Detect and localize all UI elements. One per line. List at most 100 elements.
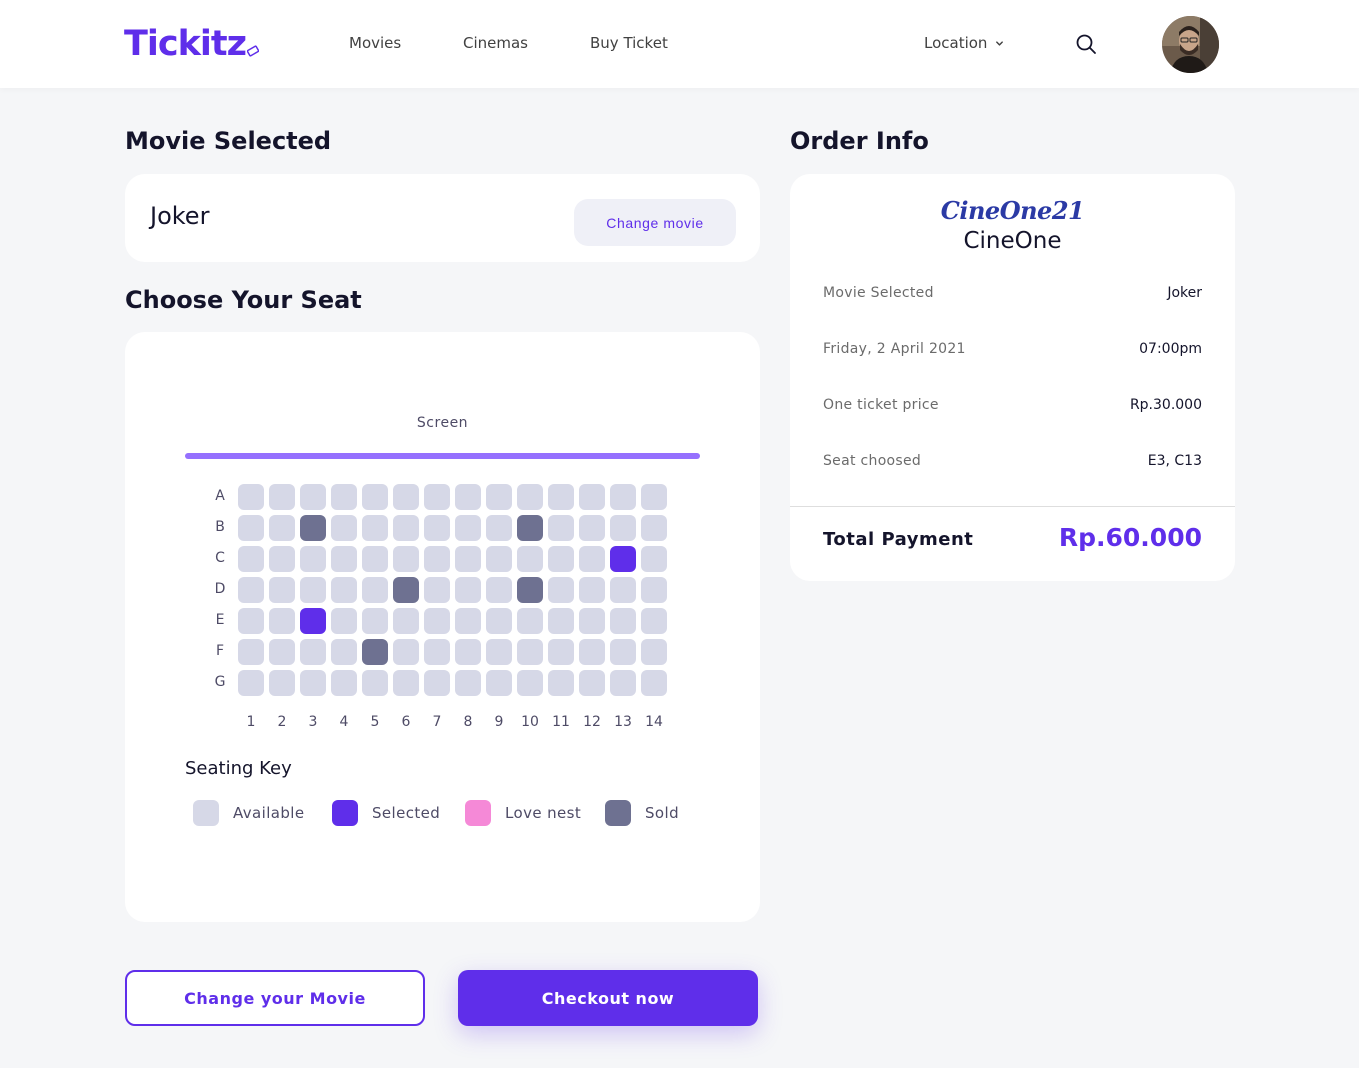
seat-e1[interactable] (238, 608, 264, 634)
seat-b2[interactable] (269, 515, 295, 541)
seat-d11[interactable] (548, 577, 574, 603)
seat-a2[interactable] (269, 484, 295, 510)
seat-e9[interactable] (486, 608, 512, 634)
seat-a12[interactable] (579, 484, 605, 510)
seat-f13[interactable] (610, 639, 636, 665)
seat-g6[interactable] (393, 670, 419, 696)
seat-b7[interactable] (424, 515, 450, 541)
seat-c11[interactable] (548, 546, 574, 572)
seat-b9[interactable] (486, 515, 512, 541)
seat-c9[interactable] (486, 546, 512, 572)
seat-e10[interactable] (517, 608, 543, 634)
seat-c14[interactable] (641, 546, 667, 572)
seat-c7[interactable] (424, 546, 450, 572)
seat-e14[interactable] (641, 608, 667, 634)
seat-d13[interactable] (610, 577, 636, 603)
seat-b1[interactable] (238, 515, 264, 541)
seat-c12[interactable] (579, 546, 605, 572)
seat-g12[interactable] (579, 670, 605, 696)
seat-f8[interactable] (455, 639, 481, 665)
seat-d7[interactable] (424, 577, 450, 603)
seat-d6[interactable] (393, 577, 419, 603)
location-dropdown[interactable]: Location (924, 34, 1004, 52)
seat-g13[interactable] (610, 670, 636, 696)
seat-f4[interactable] (331, 639, 357, 665)
seat-g4[interactable] (331, 670, 357, 696)
seat-a11[interactable] (548, 484, 574, 510)
seat-e3[interactable] (300, 608, 326, 634)
seat-f3[interactable] (300, 639, 326, 665)
seat-d1[interactable] (238, 577, 264, 603)
seat-f12[interactable] (579, 639, 605, 665)
seat-f5[interactable] (362, 639, 388, 665)
seat-f9[interactable] (486, 639, 512, 665)
seat-g2[interactable] (269, 670, 295, 696)
nav-link-buy-ticket[interactable]: Buy Ticket (590, 34, 668, 52)
change-movie-button[interactable]: Change movie (574, 199, 736, 246)
seat-e8[interactable] (455, 608, 481, 634)
seat-b14[interactable] (641, 515, 667, 541)
seat-c6[interactable] (393, 546, 419, 572)
seat-c4[interactable] (331, 546, 357, 572)
search-icon[interactable] (1075, 33, 1097, 55)
seat-e13[interactable] (610, 608, 636, 634)
seat-g14[interactable] (641, 670, 667, 696)
seat-a4[interactable] (331, 484, 357, 510)
seat-d2[interactable] (269, 577, 295, 603)
seat-c13[interactable] (610, 546, 636, 572)
avatar[interactable] (1162, 16, 1219, 73)
seat-c1[interactable] (238, 546, 264, 572)
seat-f14[interactable] (641, 639, 667, 665)
seat-b8[interactable] (455, 515, 481, 541)
seat-c8[interactable] (455, 546, 481, 572)
seat-a13[interactable] (610, 484, 636, 510)
seat-f2[interactable] (269, 639, 295, 665)
seat-a3[interactable] (300, 484, 326, 510)
nav-link-cinemas[interactable]: Cinemas (463, 34, 528, 52)
seat-b5[interactable] (362, 515, 388, 541)
seat-a1[interactable] (238, 484, 264, 510)
seat-f11[interactable] (548, 639, 574, 665)
seat-f6[interactable] (393, 639, 419, 665)
seat-g7[interactable] (424, 670, 450, 696)
seat-c10[interactable] (517, 546, 543, 572)
seat-e2[interactable] (269, 608, 295, 634)
seat-g11[interactable] (548, 670, 574, 696)
seat-a14[interactable] (641, 484, 667, 510)
seat-c5[interactable] (362, 546, 388, 572)
seat-g9[interactable] (486, 670, 512, 696)
seat-d12[interactable] (579, 577, 605, 603)
seat-g1[interactable] (238, 670, 264, 696)
seat-g8[interactable] (455, 670, 481, 696)
seat-f10[interactable] (517, 639, 543, 665)
seat-b3[interactable] (300, 515, 326, 541)
seat-b6[interactable] (393, 515, 419, 541)
seat-d5[interactable] (362, 577, 388, 603)
seat-b12[interactable] (579, 515, 605, 541)
seat-e12[interactable] (579, 608, 605, 634)
seat-e6[interactable] (393, 608, 419, 634)
seat-f7[interactable] (424, 639, 450, 665)
seat-a7[interactable] (424, 484, 450, 510)
seat-e5[interactable] (362, 608, 388, 634)
seat-b13[interactable] (610, 515, 636, 541)
tickitz-logo[interactable]: Tickitz (124, 22, 259, 66)
seat-f1[interactable] (238, 639, 264, 665)
change-your-movie-button[interactable]: Change your Movie (125, 970, 425, 1026)
seat-b10[interactable] (517, 515, 543, 541)
seat-a8[interactable] (455, 484, 481, 510)
seat-e7[interactable] (424, 608, 450, 634)
seat-c2[interactable] (269, 546, 295, 572)
seat-d8[interactable] (455, 577, 481, 603)
seat-d10[interactable] (517, 577, 543, 603)
seat-c3[interactable] (300, 546, 326, 572)
seat-g10[interactable] (517, 670, 543, 696)
checkout-now-button[interactable]: Checkout now (458, 970, 758, 1026)
seat-a6[interactable] (393, 484, 419, 510)
seat-a5[interactable] (362, 484, 388, 510)
seat-b11[interactable] (548, 515, 574, 541)
seat-b4[interactable] (331, 515, 357, 541)
seat-e4[interactable] (331, 608, 357, 634)
seat-a9[interactable] (486, 484, 512, 510)
seat-d14[interactable] (641, 577, 667, 603)
